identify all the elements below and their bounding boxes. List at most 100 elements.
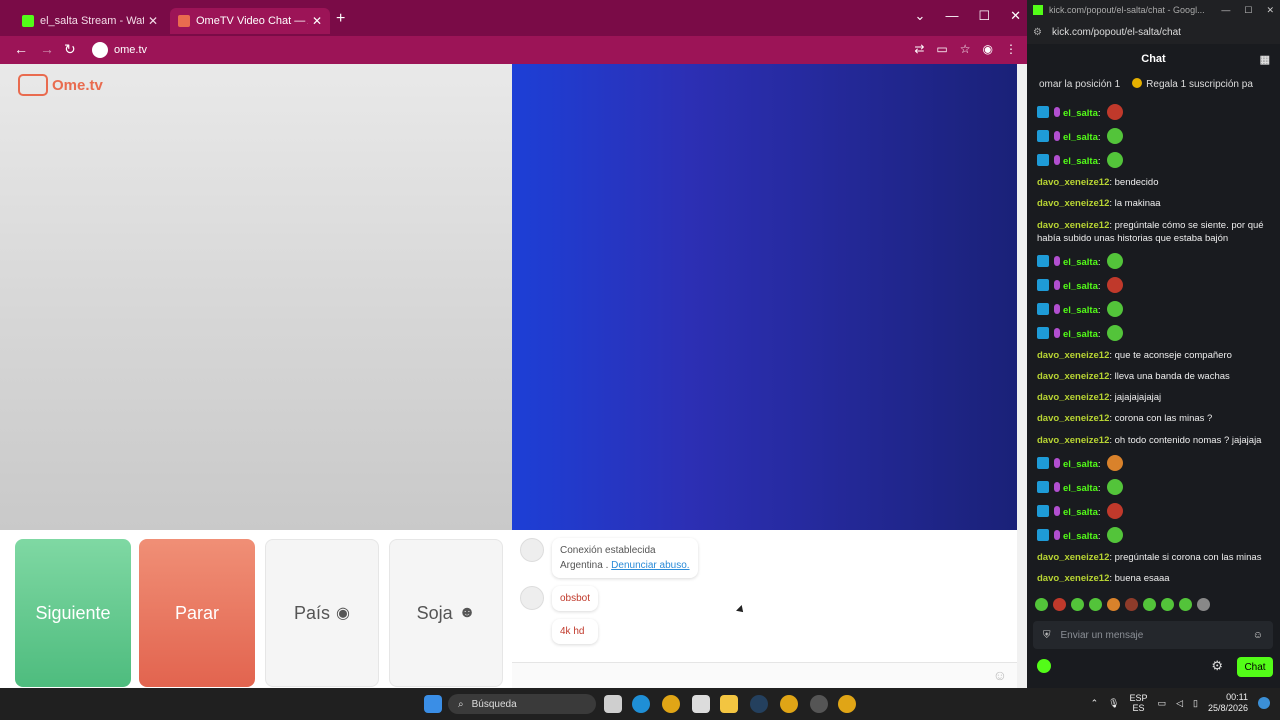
emote-bar <box>1035 598 1210 611</box>
gender-button[interactable]: Soja ☻ <box>389 539 503 687</box>
next-button[interactable]: Siguiente <box>15 539 131 687</box>
chat-username[interactable]: davo_xeneize12 <box>1037 413 1109 424</box>
chat-username[interactable]: davo_xeneize12 <box>1037 573 1109 584</box>
emote-icon[interactable] <box>1053 598 1066 611</box>
maximize-icon[interactable]: ☐ <box>1244 5 1252 16</box>
chat-username[interactable]: davo_xeneize12 <box>1037 552 1109 563</box>
country-button[interactable]: País ◉ <box>265 539 379 687</box>
chrome-icon[interactable] <box>780 695 798 713</box>
chat-username[interactable]: el_salta <box>1063 108 1098 119</box>
chat-username[interactable]: el_salta <box>1063 132 1098 143</box>
reload-icon[interactable]: ↻ <box>64 41 76 58</box>
translate-icon[interactable]: ⇄ <box>914 42 924 56</box>
url-field[interactable]: ome.tv <box>88 39 888 61</box>
emote-icon[interactable] <box>1143 598 1156 611</box>
lang-code: ESP <box>1129 693 1148 703</box>
emote-icon[interactable] <box>1071 598 1084 611</box>
kick-points-icon[interactable] <box>1037 659 1051 673</box>
emote-icon[interactable] <box>1035 598 1048 611</box>
microphone-badge-icon <box>1054 303 1060 314</box>
send-chat-button[interactable]: Chat <box>1237 657 1273 677</box>
page-scrollbar[interactable] <box>1017 64 1027 688</box>
file-explorer-icon[interactable] <box>720 695 738 713</box>
windows-start-icon[interactable] <box>424 695 442 713</box>
emote-icon[interactable] <box>1179 598 1192 611</box>
chat-username[interactable]: el_salta <box>1063 507 1098 518</box>
chat-text: bendecido <box>1114 177 1159 188</box>
chat-username[interactable]: davo_xeneize12 <box>1037 198 1109 209</box>
clock[interactable]: 00:11 25/8/2026 <box>1208 692 1248 714</box>
close-tab-icon[interactable]: ✕ <box>148 14 158 28</box>
chevron-up-icon[interactable]: ⌃ <box>1091 698 1099 709</box>
close-icon[interactable]: ✕ <box>1010 8 1021 24</box>
pinned-item[interactable]: omar la posición 1 <box>1039 79 1120 90</box>
emote-icon[interactable] <box>1125 598 1138 611</box>
new-tab-icon[interactable]: + <box>336 10 345 28</box>
microphone-icon[interactable]: 🎙 <box>1108 698 1119 709</box>
chat-username[interactable]: el_salta <box>1063 483 1098 494</box>
stop-button[interactable]: Parar <box>139 539 255 687</box>
shield-icon[interactable]: ⛨ <box>1043 630 1051 641</box>
cast-icon[interactable]: ▭ <box>936 42 947 56</box>
message-input[interactable]: ☺ <box>512 662 1017 688</box>
chat-username[interactable]: el_salta <box>1063 257 1098 268</box>
chat-username[interactable]: davo_xeneize12 <box>1037 392 1109 403</box>
close-icon[interactable]: ✕ <box>1266 5 1274 16</box>
chat-username[interactable]: el_salta <box>1063 459 1098 470</box>
chat-message: el_salta: <box>1037 499 1267 523</box>
chat-username[interactable]: el_salta <box>1063 329 1098 340</box>
app-icon[interactable] <box>810 695 828 713</box>
tab-kick-stream[interactable]: el_salta Stream - Watch Live on Kick ✕ <box>14 8 166 34</box>
minimize-icon[interactable]: — <box>1221 5 1230 16</box>
minimize-icon[interactable]: — <box>945 8 958 24</box>
back-icon[interactable]: ← <box>14 41 28 57</box>
network-icon[interactable]: ▭ <box>1158 698 1167 709</box>
site-settings-icon[interactable]: ⚙ <box>1033 27 1042 38</box>
bookmark-star-icon[interactable]: ☆ <box>960 42 971 56</box>
chevron-down-icon[interactable]: ⌄ <box>915 8 926 24</box>
gear-icon[interactable]: ⚙ <box>1211 658 1223 674</box>
maximize-icon[interactable]: ☐ <box>978 8 990 24</box>
emote-icon[interactable] <box>1089 598 1102 611</box>
close-tab-icon[interactable]: ✕ <box>312 14 322 28</box>
taskbar-search[interactable]: ⌕ Búsqueda <box>448 694 596 714</box>
store-icon[interactable] <box>692 695 710 713</box>
chat-username[interactable]: davo_xeneize12 <box>1037 177 1109 188</box>
chat-message-list[interactable]: el_salta: el_salta: el_salta: davo_xenei… <box>1037 100 1267 590</box>
kebab-menu-icon[interactable]: ⋮ <box>1005 42 1017 56</box>
language-indicator[interactable]: ESP ES <box>1130 693 1148 713</box>
chrome-icon[interactable] <box>662 695 680 713</box>
volume-icon[interactable]: ◁ <box>1176 698 1183 709</box>
chat-username[interactable]: el_salta <box>1063 281 1098 292</box>
emoji-icon[interactable]: ☺ <box>1253 630 1263 641</box>
task-view-icon[interactable] <box>604 695 622 713</box>
emoji-icon[interactable]: ☺ <box>993 667 1007 683</box>
battery-icon[interactable]: ▯ <box>1193 698 1198 709</box>
site-info-icon[interactable] <box>92 42 108 58</box>
kick-url-bar[interactable]: ⚙ kick.com/popout/el-salta/chat <box>1027 20 1280 44</box>
chat-username[interactable]: davo_xeneize12 <box>1037 371 1109 382</box>
chrome-icon[interactable] <box>838 695 856 713</box>
report-abuse-link[interactable]: Denunciar abuso. <box>611 560 689 571</box>
kick-url-text: kick.com/popout/el-salta/chat <box>1051 26 1181 38</box>
pinned-item[interactable]: Regala 1 suscripción pa <box>1132 78 1253 90</box>
steam-icon[interactable] <box>750 695 768 713</box>
chat-username[interactable]: davo_xeneize12 <box>1037 435 1109 446</box>
chat-username[interactable]: el_salta <box>1063 531 1098 542</box>
tab-ometv[interactable]: OmeTV Video Chat — Alternative ✕ <box>170 8 330 34</box>
chat-menu-icon[interactable]: ▦ <box>1260 53 1270 66</box>
chat-username[interactable]: davo_xeneize12 <box>1037 350 1109 361</box>
emote-icon[interactable] <box>1197 598 1210 611</box>
profile-icon[interactable]: ◉ <box>983 42 993 56</box>
chat-username[interactable]: el_salta <box>1063 156 1098 167</box>
chat-username[interactable]: davo_xeneize12 <box>1037 220 1109 231</box>
remote-video <box>512 64 1017 530</box>
edge-icon[interactable] <box>632 695 650 713</box>
forward-icon[interactable]: → <box>40 41 54 57</box>
emote-icon[interactable] <box>1161 598 1174 611</box>
notification-icon[interactable] <box>1258 697 1270 709</box>
chat-username[interactable]: el_salta <box>1063 305 1098 316</box>
microphone-badge-icon <box>1054 506 1060 517</box>
emote-icon[interactable] <box>1107 598 1120 611</box>
chat-input[interactable]: ⛨ Enviar un mensaje ☺ <box>1033 621 1273 649</box>
